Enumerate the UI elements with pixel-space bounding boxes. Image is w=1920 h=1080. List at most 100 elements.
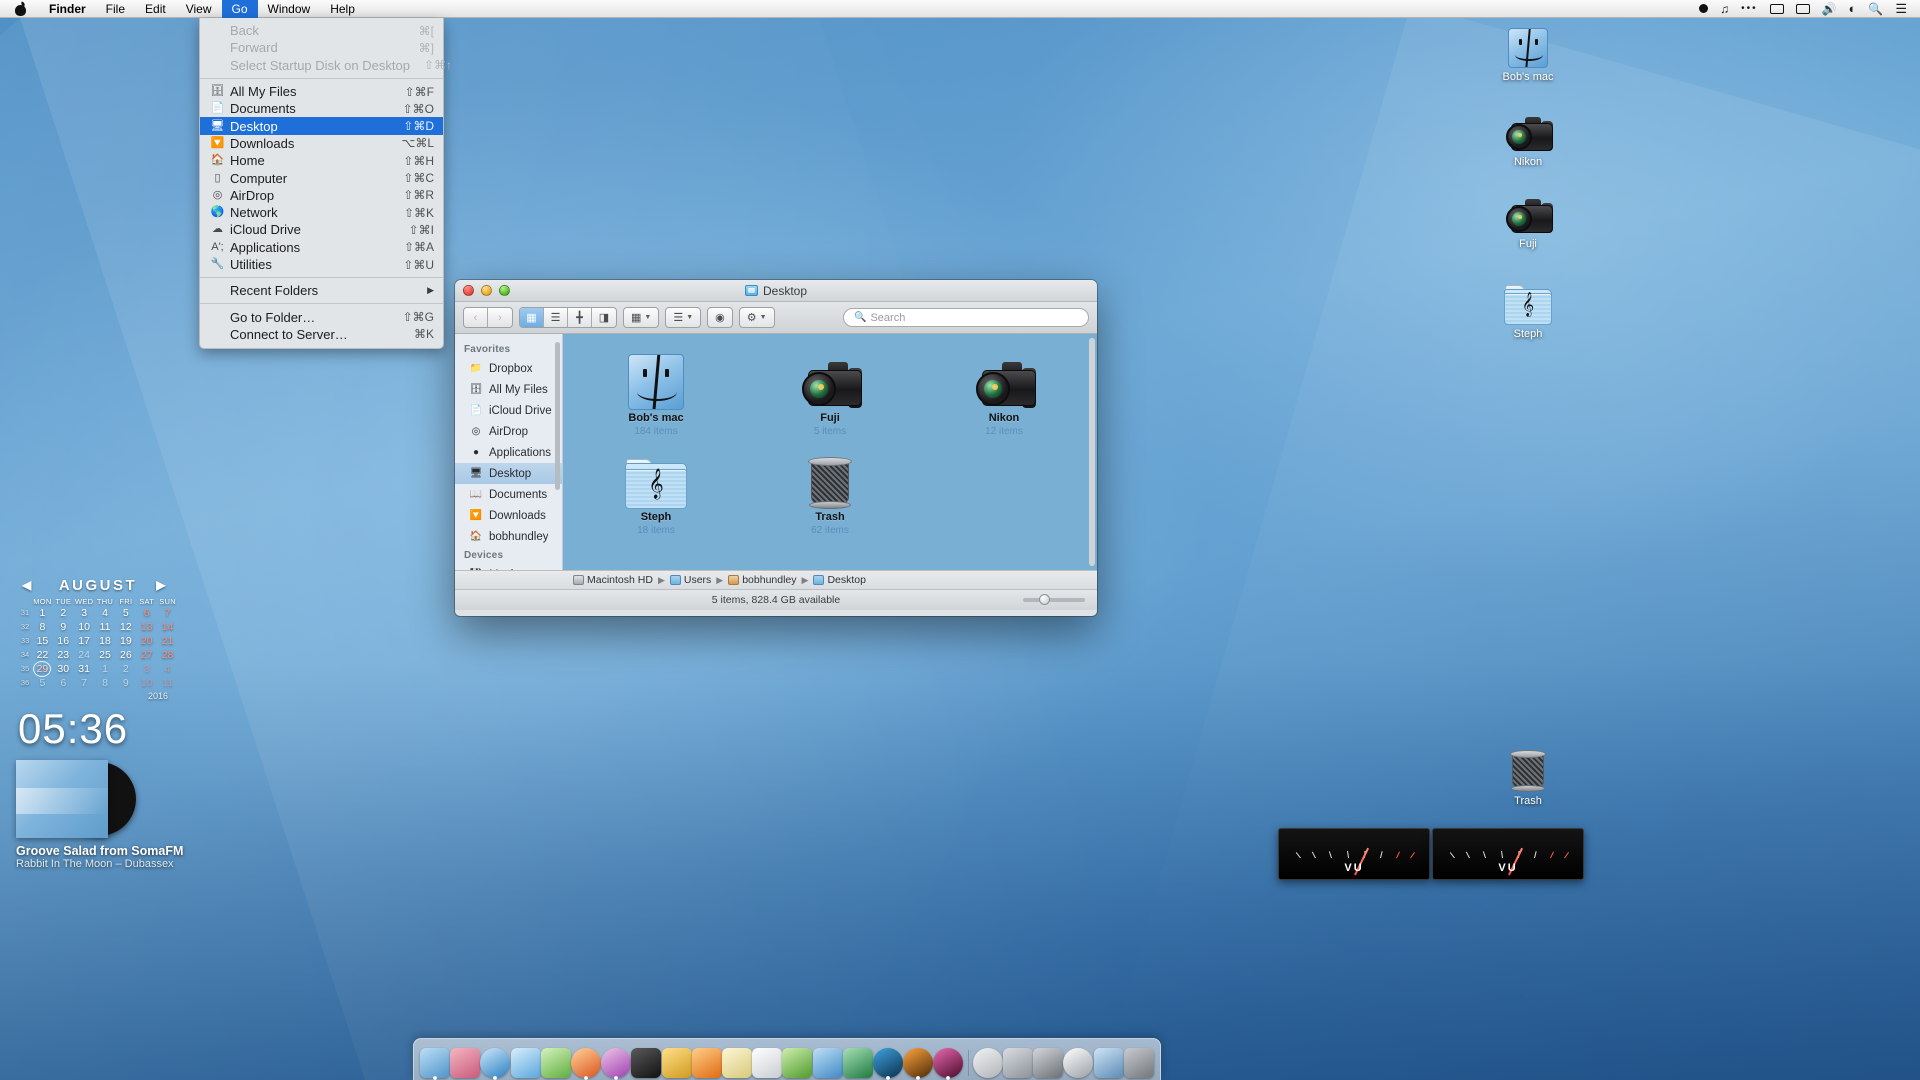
- calendar-day[interactable]: 9: [115, 676, 136, 690]
- menu-help[interactable]: Help: [320, 0, 365, 18]
- calendar-day[interactable]: 28: [157, 648, 178, 662]
- sidebar-item-macintosh-hd[interactable]: 💾 Macintos…: [455, 564, 562, 571]
- music-note-icon[interactable]: ♫: [1715, 0, 1734, 18]
- dock-item-vlc[interactable]: [691, 1044, 722, 1078]
- calendar-day[interactable]: 25: [95, 648, 116, 662]
- breadcrumb-users[interactable]: Users: [669, 574, 711, 586]
- dock-item-transmission[interactable]: [661, 1044, 692, 1078]
- go-menu-item-home[interactable]: 🏠 Home ⇧⌘H: [200, 152, 443, 169]
- dock-item-system-preferences[interactable]: [1003, 1044, 1034, 1078]
- calendar-day[interactable]: 7: [74, 676, 95, 690]
- sidebar-item-desktop[interactable]: 🖥 Desktop: [455, 463, 562, 484]
- next-month-icon[interactable]: ▶: [156, 578, 168, 592]
- calendar-day[interactable]: 8: [32, 620, 53, 634]
- dock-item-itunes[interactable]: [601, 1044, 632, 1080]
- dock-item-terminal[interactable]: [631, 1044, 662, 1078]
- forward-button[interactable]: ›: [488, 308, 512, 327]
- sidebar-scrollbar[interactable]: [555, 342, 560, 490]
- sidebar-item-airdrop[interactable]: ◎ AirDrop: [455, 421, 562, 442]
- wifi-icon[interactable]: ◐: [1844, 0, 1862, 18]
- go-menu-item-icloud-drive[interactable]: ☁ iCloud Drive ⇧⌘I: [200, 221, 443, 238]
- go-menu-item-applications[interactable]: A'; Applications ⇧⌘A: [200, 239, 443, 256]
- go-menu-item-recent-folders[interactable]: Recent Folders ▶: [200, 282, 443, 299]
- desktop-icon-trash[interactable]: Trash: [1486, 750, 1570, 807]
- volume-icon[interactable]: 🔊: [1817, 0, 1842, 18]
- finder-item-bobs-mac[interactable]: Bob's mac 184 items: [569, 348, 743, 437]
- calendar-day[interactable]: 22: [32, 648, 53, 662]
- breadcrumb-desktop[interactable]: Desktop: [813, 574, 866, 586]
- back-button[interactable]: ‹: [464, 308, 488, 327]
- calendar-day[interactable]: 27: [136, 648, 157, 662]
- go-menu-item-desktop[interactable]: 🖥 Desktop ⇧⌘D: [200, 117, 443, 135]
- sidebar-item-documents[interactable]: 📖 Documents: [455, 484, 562, 505]
- desktop-icon-steph[interactable]: 𝄞 Steph: [1486, 285, 1570, 340]
- finder-titlebar[interactable]: Desktop: [455, 280, 1097, 302]
- menu-view[interactable]: View: [176, 0, 222, 18]
- calendar-day[interactable]: 14: [157, 620, 178, 634]
- calendar-day[interactable]: 8: [95, 676, 116, 690]
- calendar-day[interactable]: 9: [53, 620, 74, 634]
- dock-item-launchpad[interactable]: [450, 1044, 481, 1078]
- menu-go[interactable]: Go: [221, 0, 258, 18]
- view-as-coverflow-button[interactable]: ◨: [592, 308, 616, 327]
- go-menu-item-network[interactable]: 🌎 Network ⇧⌘K: [200, 204, 443, 221]
- search-input[interactable]: 🔍 Search: [843, 308, 1089, 327]
- dock-item-notes[interactable]: [721, 1044, 752, 1078]
- dock-item-clock[interactable]: [1063, 1044, 1094, 1078]
- go-menu-item-airdrop[interactable]: ◎ AirDrop ⇧⌘R: [200, 187, 443, 204]
- view-as-columns-button[interactable]: ╋: [568, 308, 592, 327]
- calendar-day[interactable]: 1: [95, 662, 116, 676]
- calendar-day[interactable]: 21: [157, 634, 178, 648]
- calendar-day[interactable]: 23: [53, 648, 74, 662]
- calendar-day[interactable]: 17: [74, 634, 95, 648]
- finder-item-nikon[interactable]: Nikon 12 items: [917, 348, 1091, 437]
- record-dot-icon[interactable]: [1694, 0, 1713, 18]
- go-menu-item-utilities[interactable]: 🔧 Utilities ⇧⌘U: [200, 256, 443, 273]
- go-menu-item-documents[interactable]: 📄 Documents ⇧⌘O: [200, 100, 443, 117]
- dock-item-indesign[interactable]: [933, 1044, 964, 1080]
- calendar-day[interactable]: 5: [32, 676, 53, 690]
- menu-finder[interactable]: Finder: [39, 0, 96, 18]
- menu-edit[interactable]: Edit: [135, 0, 176, 18]
- finder-content-area[interactable]: Bob's mac 184 items Fuji 5 items Nikon 1…: [563, 334, 1097, 570]
- calendar-day[interactable]: 10: [74, 620, 95, 634]
- dock-item-mail[interactable]: [510, 1044, 541, 1078]
- calendar-day[interactable]: 19: [115, 634, 136, 648]
- go-menu-item-go-to-folder[interactable]: Go to Folder… ⇧⌘G: [200, 308, 443, 325]
- finder-window[interactable]: Desktop ‹ › ▦ ☰ ╋ ◨ ▦ ▼ ☰ ▼ ◉ ⚙ ▼ 🔍 Sear…: [455, 280, 1097, 616]
- notification-center-icon[interactable]: ☰: [1890, 0, 1912, 18]
- go-menu-item-connect-to-server[interactable]: Connect to Server… ⌘K: [200, 326, 443, 343]
- action-menu-button[interactable]: ☰ ▼: [665, 307, 702, 328]
- quick-look-button[interactable]: ◉: [707, 307, 733, 328]
- calendar-day[interactable]: 4: [95, 606, 116, 620]
- dock-item-preview[interactable]: [1093, 1044, 1124, 1078]
- menu-file[interactable]: File: [96, 0, 135, 18]
- calendar-day[interactable]: 6: [136, 606, 157, 620]
- display-icon[interactable]: [1791, 0, 1815, 18]
- calendar-day[interactable]: 6: [53, 676, 74, 690]
- slider-knob[interactable]: [1039, 594, 1050, 605]
- finder-item-steph[interactable]: 𝄞 Steph 18 items: [569, 447, 743, 536]
- calendar-day[interactable]: 3: [74, 606, 95, 620]
- calendar-day[interactable]: 2: [115, 662, 136, 676]
- sidebar-item-icloud-drive[interactable]: 📄 iCloud Drive: [455, 400, 562, 421]
- desktop-icon-fuji[interactable]: Fuji: [1486, 197, 1570, 250]
- finder-item-fuji[interactable]: Fuji 5 items: [743, 348, 917, 437]
- sidebar-item-all-my-files[interactable]: 🗄 All My Files: [455, 379, 562, 400]
- calendar-day[interactable]: 7: [157, 606, 178, 620]
- desktop-icon-nikon[interactable]: Nikon: [1486, 115, 1570, 168]
- breadcrumb-bobhundley[interactable]: bobhundley: [728, 574, 797, 586]
- desktop-icon-bobs-mac[interactable]: Bob's mac: [1486, 28, 1570, 83]
- calendar-day[interactable]: 26: [115, 648, 136, 662]
- dock-item-messages[interactable]: [540, 1044, 571, 1078]
- calendar-day[interactable]: 24: [74, 648, 95, 662]
- sidebar-item-bobhundley[interactable]: 🏠 bobhundley: [455, 526, 562, 547]
- airplay-icon[interactable]: [1765, 0, 1789, 18]
- arrange-by-button[interactable]: ▦ ▼: [623, 307, 660, 328]
- spotlight-search-icon[interactable]: 🔍: [1863, 0, 1888, 18]
- calendar-day[interactable]: 20: [136, 634, 157, 648]
- dock-item-keynote[interactable]: [812, 1044, 843, 1078]
- calendar-day[interactable]: 16: [53, 634, 74, 648]
- dock-item-calculator[interactable]: [1033, 1044, 1064, 1078]
- view-as-list-button[interactable]: ☰: [544, 308, 568, 327]
